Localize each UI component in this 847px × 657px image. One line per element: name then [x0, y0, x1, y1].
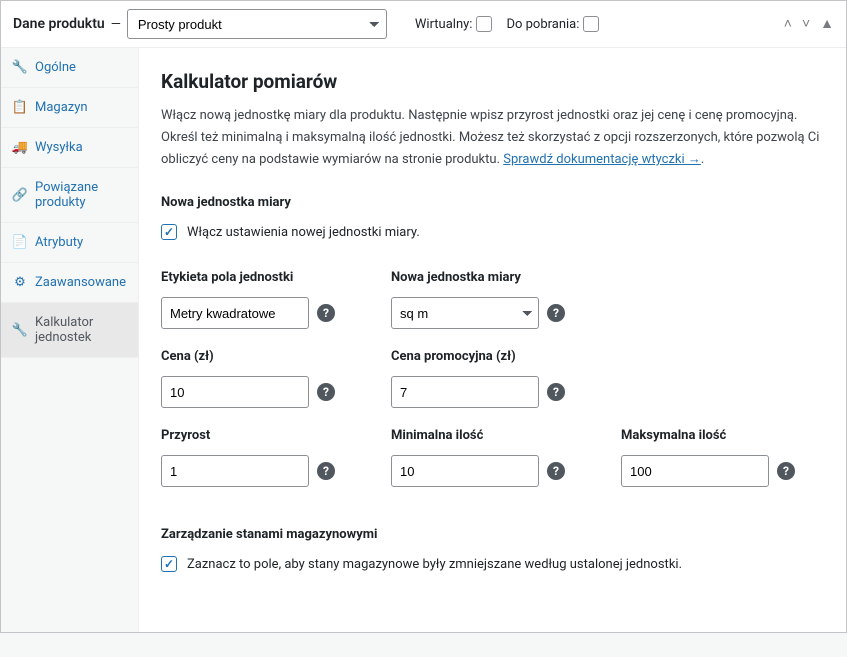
doc-link[interactable]: Sprawdź dokumentację wtyczki →	[503, 152, 701, 167]
field-label: Przyrost	[161, 428, 371, 443]
field-label: Nowa jednostka miary	[391, 270, 601, 285]
downloadable-label: Do pobrania:	[506, 17, 579, 32]
tab-content-unit-calculator: Kalkulator pomiarów Włącz nową jednostkę…	[139, 48, 847, 632]
field-label: Cena promocyjna (zł)	[391, 349, 601, 364]
field-label: Minimalna ilość	[391, 428, 601, 443]
field-sale-price: Cena promocyjna (zł) ?	[391, 349, 601, 408]
help-icon[interactable]: ?	[317, 304, 335, 322]
link-icon: 🔗	[13, 188, 27, 203]
document-icon: 📄	[13, 235, 27, 250]
field-label: Maksymalna ilość	[621, 428, 831, 443]
panel-header: Dane produktu — Prosty produkt Wirtualny…	[1, 1, 846, 48]
sidebar-item-linked-products[interactable]: 🔗 Powiązane produkty	[1, 168, 138, 223]
stock-section-title: Zarządzanie stanami magazynowymi	[161, 527, 831, 542]
help-icon[interactable]: ?	[317, 462, 335, 480]
gear-icon: ⚙	[13, 275, 27, 290]
sidebar-item-inventory[interactable]: 📋 Magazyn	[1, 88, 138, 128]
stock-checkbox-row: Zaznacz to pole, aby stany magazynowe by…	[161, 556, 831, 572]
help-icon[interactable]: ?	[547, 462, 565, 480]
description-text: Włącz nową jednostkę miary dla produktu.…	[161, 105, 831, 171]
downloadable-checkbox[interactable]	[583, 16, 599, 32]
clipboard-icon: 📋	[13, 100, 27, 115]
sidebar-item-label: Powiązane produkty	[35, 180, 126, 210]
description-pre: Włącz nową jednostkę miary dla produktu.…	[161, 108, 819, 167]
sidebar-item-label: Wysyłka	[35, 140, 83, 155]
help-icon[interactable]: ?	[777, 462, 795, 480]
sidebar-item-label: Kalkulator jednostek	[35, 315, 126, 345]
max-qty-input[interactable]	[621, 455, 769, 487]
sidebar-item-label: Ogólne	[35, 60, 76, 75]
stock-checkbox-label: Zaznacz to pole, aby stany magazynowe by…	[187, 557, 682, 572]
help-icon[interactable]: ?	[317, 383, 335, 401]
sidebar-item-label: Magazyn	[35, 100, 88, 115]
panel-toggle-icons: ˄ ˅ ▲	[784, 17, 834, 31]
help-icon[interactable]: ?	[547, 304, 565, 322]
increment-input[interactable]	[161, 455, 309, 487]
collapse-icon[interactable]: ▲	[820, 17, 834, 31]
stock-reduce-checkbox[interactable]	[161, 556, 177, 572]
enable-unit-checkbox[interactable]	[161, 224, 177, 240]
field-increment: Przyrost ?	[161, 428, 371, 487]
field-new-unit: Nowa jednostka miary sq m ?	[391, 270, 601, 329]
panel-title: Dane produktu	[13, 16, 105, 32]
dash: —	[111, 17, 121, 32]
min-qty-input[interactable]	[391, 455, 539, 487]
field-unit-label: Etykieta pola jednostki ?	[161, 270, 371, 329]
chevron-up-icon[interactable]: ˄	[784, 17, 792, 31]
wrench-icon: 🔧	[13, 60, 27, 75]
product-type-select[interactable]: Prosty produkt	[127, 9, 387, 39]
enable-unit-row: Włącz ustawienia nowej jednostki miary.	[161, 224, 831, 240]
sidebar-item-attributes[interactable]: 📄 Atrybuty	[1, 223, 138, 263]
unit-label-input[interactable]	[161, 297, 309, 329]
field-max-qty: Maksymalna ilość ?	[621, 428, 831, 487]
sidebar-item-label: Zaawansowane	[35, 275, 126, 290]
sidebar-item-shipping[interactable]: 🚚 Wysyłka	[1, 128, 138, 168]
virtual-checkbox[interactable]	[476, 16, 492, 32]
product-data-panel: Dane produktu — Prosty produkt Wirtualny…	[0, 0, 847, 633]
product-tabs-sidebar: 🔧 Ogólne 📋 Magazyn 🚚 Wysyłka 🔗 Powiązane…	[1, 48, 139, 632]
truck-icon: 🚚	[13, 140, 27, 155]
unit-fields-grid: Etykieta pola jednostki ? Nowa jednostka…	[161, 270, 831, 487]
price-input[interactable]	[161, 376, 309, 408]
sidebar-item-general[interactable]: 🔧 Ogólne	[1, 48, 138, 88]
sale-price-input[interactable]	[391, 376, 539, 408]
new-unit-select[interactable]: sq m	[391, 297, 539, 329]
new-unit-section-title: Nowa jednostka miary	[161, 195, 831, 210]
enable-unit-checkbox-label: Włącz ustawienia nowej jednostki miary.	[187, 225, 420, 240]
help-icon[interactable]: ?	[547, 383, 565, 401]
sidebar-item-advanced[interactable]: ⚙ Zaawansowane	[1, 263, 138, 303]
panel-body: 🔧 Ogólne 📋 Magazyn 🚚 Wysyłka 🔗 Powiązane…	[1, 48, 846, 632]
field-price: Cena (zł) ?	[161, 349, 371, 408]
sidebar-item-label: Atrybuty	[35, 235, 83, 250]
field-label: Cena (zł)	[161, 349, 371, 364]
description-period: .	[701, 152, 704, 167]
page-heading: Kalkulator pomiarów	[161, 70, 831, 93]
sidebar-item-unit-calculator[interactable]: 🔧 Kalkulator jednostek	[1, 303, 138, 358]
field-label: Etykieta pola jednostki	[161, 270, 371, 285]
field-min-qty: Minimalna ilość ?	[391, 428, 601, 487]
chevron-down-icon[interactable]: ˅	[802, 17, 810, 31]
wrench-icon: 🔧	[13, 323, 27, 338]
virtual-label: Wirtualny:	[415, 17, 473, 32]
